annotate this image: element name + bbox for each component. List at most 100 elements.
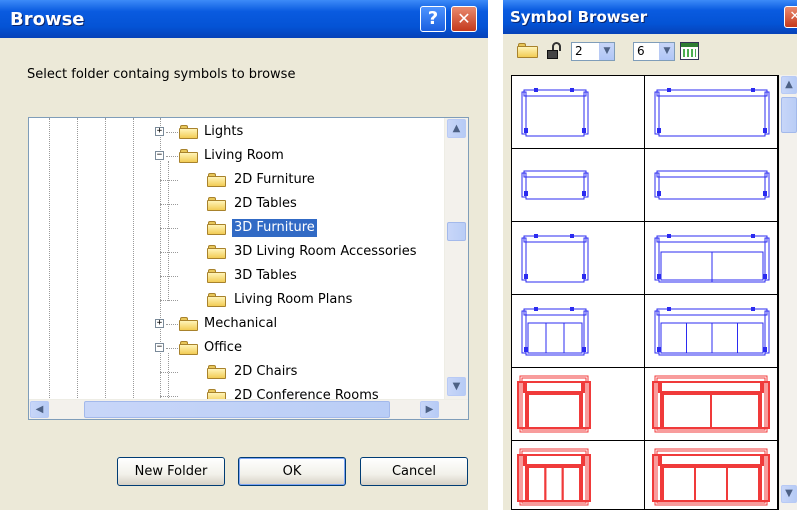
browse-title-bar[interactable]: Browse ? ✕ [0,0,488,38]
symbol-cell[interactable] [645,441,778,509]
scroll-right-button[interactable]: ▶ [420,401,439,418]
tree-connector [160,204,178,205]
symbol-cell[interactable] [645,222,778,295]
scroll-left-button[interactable]: ◀ [30,401,49,418]
scroll-down-button[interactable]: ▼ [447,377,466,396]
folder-icon [207,173,227,187]
tree-node-label: 3D Living Room Accessories [234,244,417,259]
ok-button[interactable]: OK [238,457,346,486]
expand-icon[interactable]: + [155,319,164,328]
calendar-icon[interactable] [680,42,699,60]
new-folder-button[interactable]: New Folder [117,457,225,486]
chevron-up-icon: ▲ [452,123,461,134]
tree-horizontal-scrollbar[interactable]: ◀ ▶ [29,399,468,419]
scroll-thumb-horizontal[interactable] [84,401,390,418]
columns-select[interactable]: 2 ▼ [571,42,615,61]
symbol-cell[interactable] [645,368,778,441]
tree-node[interactable]: 3D Tables [29,267,443,285]
symbol-cell[interactable] [512,441,645,509]
tree-connector [160,276,178,277]
tree-node-label: Office [204,340,242,355]
rows-select[interactable]: 6 ▼ [633,42,675,61]
symbol-cell[interactable] [512,76,645,149]
symbol-cell[interactable] [512,149,645,222]
tree-node-label: 3D Furniture [231,218,318,238]
folder-icon [179,125,199,139]
chevron-down-icon[interactable]: ▼ [599,43,614,60]
tree-node-label: Mechanical [204,316,278,331]
expand-icon[interactable]: + [155,127,164,136]
folder-icon [207,245,227,259]
red-couch-symbol-icon [652,375,770,433]
folder-icon [207,197,227,211]
symbol-cell[interactable] [512,368,645,441]
red-couch-symbol-icon [652,448,770,506]
chevron-right-icon: ▶ [425,404,434,415]
symbol-browser-close-button[interactable]: ✕ [784,6,797,28]
tree-node-label: Living Room [204,148,284,163]
couch-symbol-icon [654,307,770,356]
chevron-up-icon: ▲ [785,79,793,90]
tree-connector [160,300,178,301]
tree-connector [160,396,178,397]
rows-value: 6 [637,44,645,58]
chevron-down-icon[interactable]: ▼ [659,43,674,60]
columns-value: 2 [575,44,583,58]
symbol-vertical-scrollbar[interactable]: ▲ ▼ [779,75,797,510]
tree-connector [166,132,178,133]
tree-node[interactable]: 3D Living Room Accessories [29,243,443,261]
browse-close-button[interactable]: ✕ [451,6,477,32]
scroll-up-button[interactable]: ▲ [447,119,466,138]
red-couch-symbol-icon [517,375,591,433]
tree-node[interactable]: Living Room Plans [29,291,443,309]
chevron-down-icon: ▼ [785,488,793,499]
help-icon: ? [427,8,439,29]
tree-node[interactable]: − Office [29,339,443,357]
lock-icon[interactable] [546,42,564,60]
symbol-scroll-thumb[interactable] [781,97,797,133]
symbol-scroll-down-button[interactable]: ▼ [781,485,797,503]
folder-icon [207,269,227,283]
close-icon: ✕ [457,9,471,28]
couch-symbol-icon [521,307,589,356]
tree-node[interactable]: 2D Tables [29,195,443,213]
tree-connector [160,180,178,181]
tree-node[interactable]: + Lights [29,123,443,141]
chevron-down-icon: ▼ [452,381,461,392]
tree-node[interactable]: 2D Chairs [29,363,443,381]
couch-symbol-icon [521,170,589,200]
help-button[interactable]: ? [420,6,446,32]
tree-node[interactable]: + Mechanical [29,315,443,333]
tree-node[interactable]: 2D Furniture [29,171,443,189]
symbol-grid [511,75,779,510]
symbol-browser-title-bar[interactable]: Symbol Browser ✕ [503,0,797,34]
tree-node[interactable]: 3D Furniture [29,218,443,238]
tree-connector [160,252,178,253]
open-folder-icon[interactable] [517,43,539,59]
folder-icon [207,293,227,307]
symbol-cell[interactable] [512,295,645,368]
tree-connector [166,156,178,157]
tree-node[interactable]: − Living Room [29,147,443,165]
cancel-button[interactable]: Cancel [360,457,468,486]
scroll-thumb-vertical[interactable] [447,222,466,241]
folder-icon [207,365,227,379]
symbol-scroll-up-button[interactable]: ▲ [781,76,797,94]
tree-connector [160,228,178,229]
folder-icon [179,341,199,355]
tree-vertical-scrollbar[interactable]: ▲ ▼ [444,118,468,399]
symbol-cell[interactable] [512,222,645,295]
folder-icon [179,317,199,331]
symbol-cell[interactable] [645,295,778,368]
couch-symbol-icon [521,234,589,283]
collapse-icon[interactable]: − [155,151,164,160]
close-icon: ✕ [789,9,797,24]
tree-node-label: Lights [204,124,244,139]
symbol-cell[interactable] [645,149,778,222]
symbol-cell[interactable] [645,76,778,149]
collapse-icon[interactable]: − [155,343,164,352]
tree-connector [166,348,178,349]
red-couch-symbol-icon [517,448,591,506]
folder-tree[interactable]: + Lights − Living Room 2D Furniture 2D Tables… [28,117,469,420]
couch-symbol-icon [654,170,770,200]
